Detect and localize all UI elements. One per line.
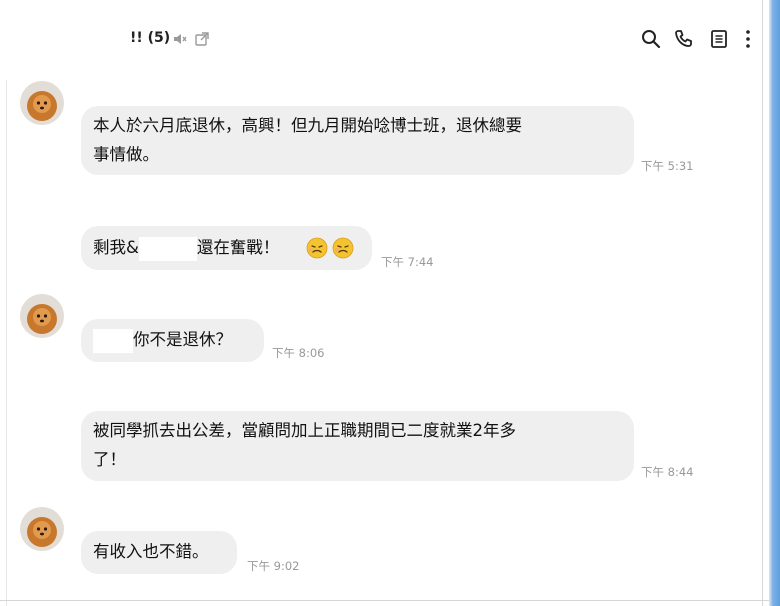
message-bubble[interactable]: 被同學抓去出公差，當顧問加上正職期間已二度就業2年多 了！	[81, 411, 634, 481]
phone-icon[interactable]	[673, 28, 695, 50]
notes-icon[interactable]	[708, 28, 730, 50]
sick-face-emoji	[306, 237, 328, 259]
message-text: 還在奮戰！	[196, 238, 280, 257]
chat-title[interactable]: !! (5)	[130, 30, 170, 46]
chat-name: !!	[130, 30, 143, 46]
window-right-border	[762, 0, 763, 606]
message-time: 下午 5:31	[641, 159, 694, 173]
message-time: 下午 8:06	[272, 346, 325, 360]
message-text-line: 本人於六月底退休，高興！但九月開始唸博士班，退休總要	[93, 116, 522, 135]
avatar[interactable]	[20, 294, 64, 338]
message-bubble[interactable]: 你不是退休？	[81, 319, 264, 362]
message-text: 有收入也不錯。	[93, 542, 209, 561]
window-bottom-border	[0, 600, 769, 601]
search-icon[interactable]	[640, 28, 662, 50]
message-text-line: 事情做。	[93, 145, 159, 164]
message-text: 你不是退休？	[133, 330, 232, 349]
popout-icon[interactable]	[194, 31, 210, 47]
message-text-line: 被同學抓去出公差，當顧問加上正職期間已二度就業2年多	[93, 421, 516, 440]
desktop-background-strip	[769, 0, 780, 606]
message-bubble[interactable]: 剩我& 還在奮戰！	[81, 226, 372, 270]
redacted-name	[138, 236, 197, 261]
message-time: 下午 9:02	[247, 559, 300, 573]
more-vertical-icon[interactable]	[737, 28, 759, 50]
message-bubble[interactable]: 本人於六月底退休，高興！但九月開始唸博士班，退休總要 事情做。	[81, 106, 634, 175]
message-bubble[interactable]: 有收入也不錯。	[81, 531, 237, 574]
message-time: 下午 7:44	[381, 255, 434, 269]
avatar[interactable]	[20, 507, 64, 551]
message-time: 下午 8:44	[641, 465, 694, 479]
speaker-muted-icon[interactable]	[172, 31, 188, 47]
chat-header: !! (5)	[0, 0, 762, 80]
message-text: 剩我&	[93, 238, 139, 257]
redacted-name	[93, 328, 133, 353]
message-text-line: 了！	[93, 450, 126, 469]
member-count: (5)	[147, 30, 171, 46]
sick-face-emoji	[332, 237, 354, 259]
window-left-border	[6, 0, 7, 606]
avatar[interactable]	[20, 81, 64, 125]
